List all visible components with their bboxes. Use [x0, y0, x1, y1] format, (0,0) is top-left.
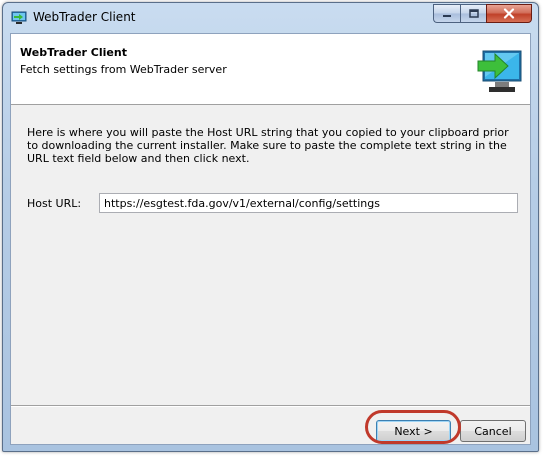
window-title: WebTrader Client [33, 10, 136, 24]
monitor-arrow-icon [477, 50, 522, 92]
instructions-text: Here is where you will paste the Host UR… [27, 126, 509, 165]
window-controls [433, 4, 532, 24]
maximize-icon [468, 9, 479, 18]
footer-divider [11, 405, 530, 407]
wizard-panel: WebTrader Client Fetch settings from Web… [10, 33, 531, 445]
cancel-button[interactable]: Cancel [460, 420, 526, 442]
host-url-input[interactable] [99, 193, 518, 213]
close-icon [503, 8, 515, 19]
header-subtitle: Fetch settings from WebTrader server [20, 63, 227, 76]
close-button[interactable] [486, 4, 532, 23]
title-bar[interactable]: WebTrader Client [3, 3, 538, 33]
minimize-icon [443, 14, 451, 17]
app-icon [11, 11, 27, 24]
header-title: WebTrader Client [20, 46, 127, 59]
host-url-label: Host URL: [27, 197, 82, 210]
next-button[interactable]: Next > [376, 420, 451, 442]
minimize-button[interactable] [433, 4, 460, 23]
installer-window: WebTrader Client WebTrader Client Fetch … [2, 2, 539, 452]
wizard-header: WebTrader Client Fetch settings from Web… [11, 34, 530, 105]
maximize-button[interactable] [460, 4, 486, 23]
